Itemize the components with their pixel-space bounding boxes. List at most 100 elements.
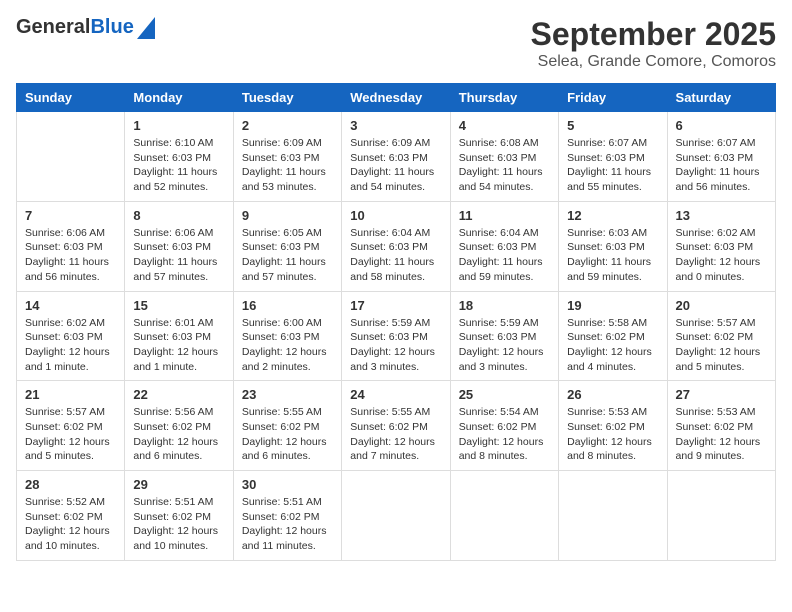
day-number: 20 <box>676 298 767 313</box>
day-info: Sunrise: 6:02 AM Sunset: 6:03 PM Dayligh… <box>25 316 116 375</box>
calendar-day-cell: 13Sunrise: 6:02 AM Sunset: 6:03 PM Dayli… <box>667 201 775 291</box>
day-number: 26 <box>567 387 658 402</box>
calendar-day-cell: 24 Sunrise: 5:55 AM Sunset: 6:02 PM Dayli… <box>342 381 450 471</box>
day-number: 16 <box>242 298 333 313</box>
calendar-day-cell: 26 Sunrise: 5:53 AM Sunset: 6:02 PM Dayli… <box>559 381 667 471</box>
day-info: Sunrise: 5:51 AM Sunset: 6:02 PM Dayligh… <box>133 495 224 554</box>
day-info: Sunrise: 5:59 AM Sunset: 6:03 PM Dayligh… <box>459 316 550 375</box>
day-info: Sunrise: 6:03 AM Sunset: 6:03 PM Dayligh… <box>567 226 658 285</box>
calendar-day-cell <box>342 471 450 561</box>
calendar-day-cell: 5 Sunrise: 6:07 AM Sunset: 6:03 PM Daylig… <box>559 112 667 202</box>
day-info: Sunrise: 5:56 AM Sunset: 6:02 PM Dayligh… <box>133 405 224 464</box>
calendar-day-header: Monday <box>125 84 233 112</box>
day-number: 30 <box>242 477 333 492</box>
logo: GeneralBlue <box>16 16 155 39</box>
day-number: 1 <box>133 118 224 133</box>
calendar-day-cell: 14Sunrise: 6:02 AM Sunset: 6:03 PM Dayli… <box>17 291 125 381</box>
title-area: September 2025 Selea, Grande Comore, Com… <box>531 16 776 71</box>
calendar-week-row: 7 Sunrise: 6:06 AM Sunset: 6:03 PM Daylig… <box>17 201 776 291</box>
day-number: 12 <box>567 208 658 223</box>
day-info: Sunrise: 5:54 AM Sunset: 6:02 PM Dayligh… <box>459 405 550 464</box>
day-info: Sunrise: 6:09 AM Sunset: 6:03 PM Dayligh… <box>350 136 441 195</box>
calendar-day-cell: 3 Sunrise: 6:09 AM Sunset: 6:03 PM Daylig… <box>342 112 450 202</box>
day-number: 4 <box>459 118 550 133</box>
day-info: Sunrise: 5:58 AM Sunset: 6:02 PM Dayligh… <box>567 316 658 375</box>
day-info: Sunrise: 6:01 AM Sunset: 6:03 PM Dayligh… <box>133 316 224 375</box>
day-number: 6 <box>676 118 767 133</box>
day-number: 23 <box>242 387 333 402</box>
day-number: 7 <box>25 208 116 223</box>
calendar-week-row: 21 Sunrise: 5:57 AM Sunset: 6:02 PM Dayli… <box>17 381 776 471</box>
day-number: 10 <box>350 208 441 223</box>
calendar-day-cell: 2 Sunrise: 6:09 AM Sunset: 6:03 PM Daylig… <box>233 112 341 202</box>
calendar-day-cell: 10 Sunrise: 6:04 AM Sunset: 6:03 PM Dayli… <box>342 201 450 291</box>
calendar-header-row: SundayMondayTuesdayWednesdayThursdayFrid… <box>17 84 776 112</box>
day-number: 5 <box>567 118 658 133</box>
calendar-day-cell <box>450 471 558 561</box>
day-info: Sunrise: 6:05 AM Sunset: 6:03 PM Dayligh… <box>242 226 333 285</box>
calendar-day-cell: 23 Sunrise: 5:55 AM Sunset: 6:02 PM Dayli… <box>233 381 341 471</box>
day-info: Sunrise: 5:59 AM Sunset: 6:03 PM Dayligh… <box>350 316 441 375</box>
calendar-day-cell: 18 Sunrise: 5:59 AM Sunset: 6:03 PM Dayli… <box>450 291 558 381</box>
day-number: 8 <box>133 208 224 223</box>
calendar-day-cell: 28 Sunrise: 5:52 AM Sunset: 6:02 PM Dayli… <box>17 471 125 561</box>
day-info: Sunrise: 6:08 AM Sunset: 6:03 PM Dayligh… <box>459 136 550 195</box>
day-info: Sunrise: 5:55 AM Sunset: 6:02 PM Dayligh… <box>242 405 333 464</box>
day-info: Sunrise: 6:09 AM Sunset: 6:03 PM Dayligh… <box>242 136 333 195</box>
calendar-table: SundayMondayTuesdayWednesdayThursdayFrid… <box>16 83 776 561</box>
calendar-day-cell: 6 Sunrise: 6:07 AM Sunset: 6:03 PM Daylig… <box>667 112 775 202</box>
day-info: Sunrise: 5:52 AM Sunset: 6:02 PM Dayligh… <box>25 495 116 554</box>
calendar-day-header: Sunday <box>17 84 125 112</box>
day-number: 24 <box>350 387 441 402</box>
day-info: Sunrise: 6:06 AM Sunset: 6:03 PM Dayligh… <box>133 226 224 285</box>
day-info: Sunrise: 5:57 AM Sunset: 6:02 PM Dayligh… <box>676 316 767 375</box>
day-number: 28 <box>25 477 116 492</box>
day-number: 11 <box>459 208 550 223</box>
calendar-week-row: 14Sunrise: 6:02 AM Sunset: 6:03 PM Dayli… <box>17 291 776 381</box>
day-info: Sunrise: 6:07 AM Sunset: 6:03 PM Dayligh… <box>567 136 658 195</box>
day-number: 3 <box>350 118 441 133</box>
calendar-day-cell: 1 Sunrise: 6:10 AM Sunset: 6:03 PM Daylig… <box>125 112 233 202</box>
calendar-day-cell <box>17 112 125 202</box>
day-number: 22 <box>133 387 224 402</box>
calendar-day-cell: 4 Sunrise: 6:08 AM Sunset: 6:03 PM Daylig… <box>450 112 558 202</box>
day-number: 25 <box>459 387 550 402</box>
day-info: Sunrise: 6:04 AM Sunset: 6:03 PM Dayligh… <box>350 226 441 285</box>
day-info: Sunrise: 5:55 AM Sunset: 6:02 PM Dayligh… <box>350 405 441 464</box>
day-number: 27 <box>676 387 767 402</box>
day-info: Sunrise: 5:53 AM Sunset: 6:02 PM Dayligh… <box>567 405 658 464</box>
day-info: Sunrise: 6:10 AM Sunset: 6:03 PM Dayligh… <box>133 136 224 195</box>
day-number: 15 <box>133 298 224 313</box>
calendar-day-cell: 20 Sunrise: 5:57 AM Sunset: 6:02 PM Dayli… <box>667 291 775 381</box>
calendar-day-cell: 22 Sunrise: 5:56 AM Sunset: 6:02 PM Dayli… <box>125 381 233 471</box>
day-number: 19 <box>567 298 658 313</box>
day-info: Sunrise: 5:57 AM Sunset: 6:02 PM Dayligh… <box>25 405 116 464</box>
day-number: 2 <box>242 118 333 133</box>
logo-icon <box>137 17 155 39</box>
calendar-day-cell: 11Sunrise: 6:04 AM Sunset: 6:03 PM Dayli… <box>450 201 558 291</box>
calendar-day-cell: 15 Sunrise: 6:01 AM Sunset: 6:03 PM Dayli… <box>125 291 233 381</box>
day-number: 18 <box>459 298 550 313</box>
page-title: September 2025 <box>531 16 776 53</box>
day-number: 9 <box>242 208 333 223</box>
calendar-day-cell: 17 Sunrise: 5:59 AM Sunset: 6:03 PM Dayli… <box>342 291 450 381</box>
calendar-day-cell: 12 Sunrise: 6:03 AM Sunset: 6:03 PM Dayli… <box>559 201 667 291</box>
day-number: 17 <box>350 298 441 313</box>
calendar-day-cell: 30 Sunrise: 5:51 AM Sunset: 6:02 PM Dayli… <box>233 471 341 561</box>
day-info: Sunrise: 6:07 AM Sunset: 6:03 PM Dayligh… <box>676 136 767 195</box>
day-info: Sunrise: 5:51 AM Sunset: 6:02 PM Dayligh… <box>242 495 333 554</box>
day-info: Sunrise: 5:53 AM Sunset: 6:02 PM Dayligh… <box>676 405 767 464</box>
calendar-day-cell: 19 Sunrise: 5:58 AM Sunset: 6:02 PM Dayli… <box>559 291 667 381</box>
calendar-day-header: Tuesday <box>233 84 341 112</box>
calendar-day-header: Saturday <box>667 84 775 112</box>
calendar-day-cell <box>667 471 775 561</box>
calendar-day-cell: 8 Sunrise: 6:06 AM Sunset: 6:03 PM Daylig… <box>125 201 233 291</box>
calendar-day-cell: 21 Sunrise: 5:57 AM Sunset: 6:02 PM Dayli… <box>17 381 125 471</box>
day-number: 21 <box>25 387 116 402</box>
calendar-week-row: 28 Sunrise: 5:52 AM Sunset: 6:02 PM Dayli… <box>17 471 776 561</box>
day-number: 29 <box>133 477 224 492</box>
calendar-day-header: Friday <box>559 84 667 112</box>
day-info: Sunrise: 6:02 AM Sunset: 6:03 PM Dayligh… <box>676 226 767 285</box>
calendar-day-header: Wednesday <box>342 84 450 112</box>
calendar-day-cell <box>559 471 667 561</box>
